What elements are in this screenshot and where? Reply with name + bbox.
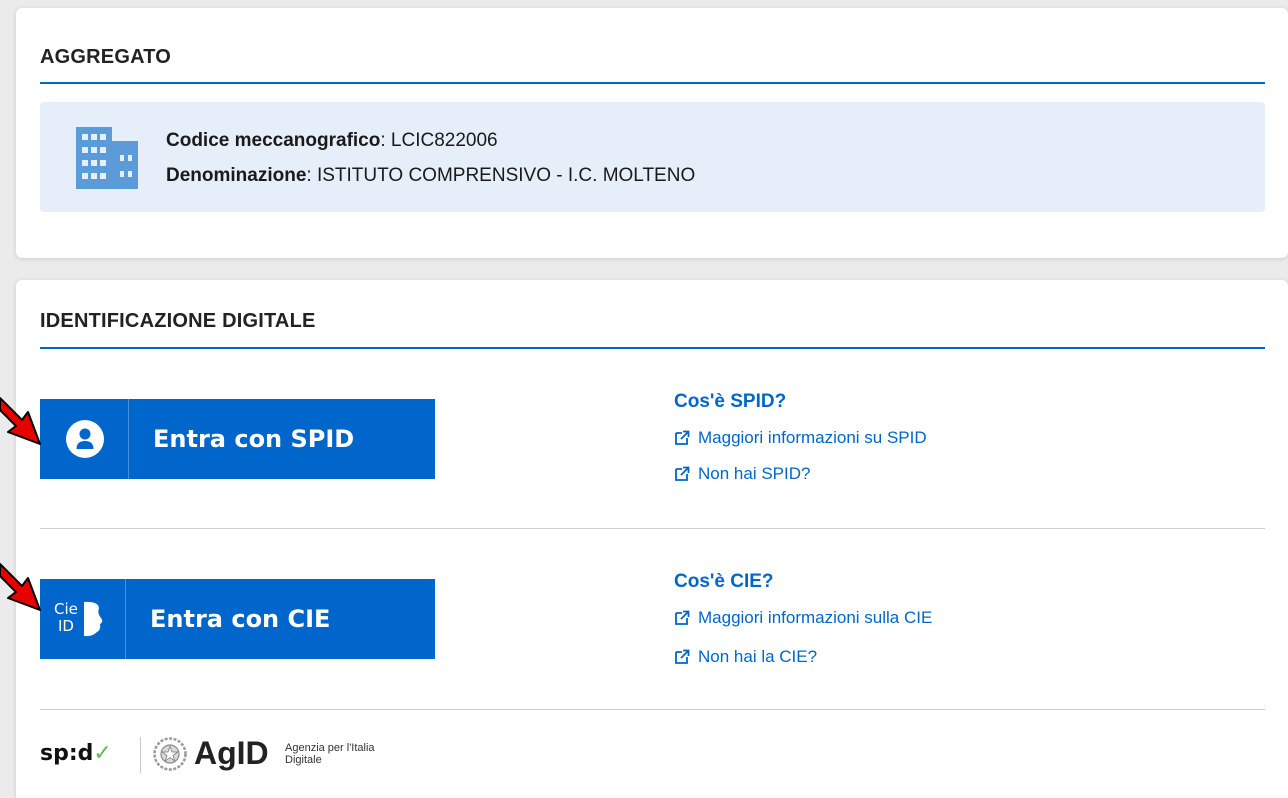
spid-button-label: Entra con SPID <box>153 425 355 453</box>
aggregato-title: AGGREGATO <box>40 46 172 68</box>
codice-value: LCIC822006 <box>390 130 498 151</box>
aggregato-title-rule <box>40 82 1265 84</box>
spid-no-account-link[interactable]: Non hai SPID? <box>674 464 810 484</box>
building-icon <box>76 127 138 194</box>
codice-label: Codice meccanografico <box>166 130 381 151</box>
cie-id-icon: Cie ID <box>54 599 110 639</box>
denominazione-label: Denominazione <box>166 165 307 186</box>
codice-meccanografico-line: Codice meccanografico: LCIC822006 <box>166 130 498 151</box>
spid-user-icon <box>66 420 104 461</box>
identificazione-title-rule <box>40 347 1265 349</box>
spid-more-info-link[interactable]: Maggiori informazioni su SPID <box>674 428 927 448</box>
spid-more-info-text: Maggiori informazioni su SPID <box>698 428 927 447</box>
spid-check-icon: ✓ <box>93 741 112 766</box>
agid-logo-text: AgID <box>194 735 269 771</box>
entra-con-spid-button[interactable]: Entra con SPID <box>40 399 435 479</box>
footer-divider <box>40 709 1265 710</box>
external-link-icon <box>675 466 690 481</box>
identificazione-title: IDENTIFICAZIONE DIGITALE <box>40 310 316 332</box>
denominazione-value: ISTITUTO COMPRENSIVO - I.C. MOLTENO <box>316 165 696 186</box>
identificazione-card: IDENTIFICAZIONE DIGITALE Entra con SPID … <box>16 280 1288 798</box>
school-info-box: Codice meccanografico: LCIC822006 Denomi… <box>40 102 1265 212</box>
aggregato-card: AGGREGATO Codice meccanografico: LCIC822… <box>16 8 1288 258</box>
spid-logo: sp:d✓ <box>40 741 112 766</box>
spid-no-account-text: Non hai SPID? <box>698 464 811 483</box>
entra-con-cie-button[interactable]: Cie ID Entra con CIE <box>40 579 435 659</box>
cie-no-account-text: Non hai la CIE? <box>698 647 818 666</box>
logo-separator <box>140 737 141 773</box>
external-link-icon <box>675 610 690 625</box>
external-link-icon <box>675 430 690 445</box>
annotation-arrow-icon <box>0 396 44 453</box>
section-divider <box>40 528 1265 529</box>
cie-icon-text-bottom: ID <box>58 617 74 635</box>
cie-icon-text-top: Cie <box>54 600 78 618</box>
italian-republic-emblem-icon <box>153 737 187 776</box>
cie-info-title: Cos'è CIE? <box>674 571 774 592</box>
spid-logo-text: sp:d <box>40 741 94 766</box>
denominazione-line: Denominazione: ISTITUTO COMPRENSIVO - I.… <box>166 165 696 186</box>
cie-more-info-text: Maggiori informazioni sulla CIE <box>698 608 933 627</box>
agid-subtitle: Agenzia per l'Italia Digitale <box>285 742 375 766</box>
annotation-arrow-icon <box>0 562 44 619</box>
spid-info-title: Cos'è SPID? <box>674 391 787 412</box>
external-link-icon <box>675 649 690 664</box>
cie-button-label: Entra con CIE <box>150 605 331 633</box>
cie-no-account-link[interactable]: Non hai la CIE? <box>674 647 817 667</box>
cie-more-info-link[interactable]: Maggiori informazioni sulla CIE <box>674 608 932 628</box>
